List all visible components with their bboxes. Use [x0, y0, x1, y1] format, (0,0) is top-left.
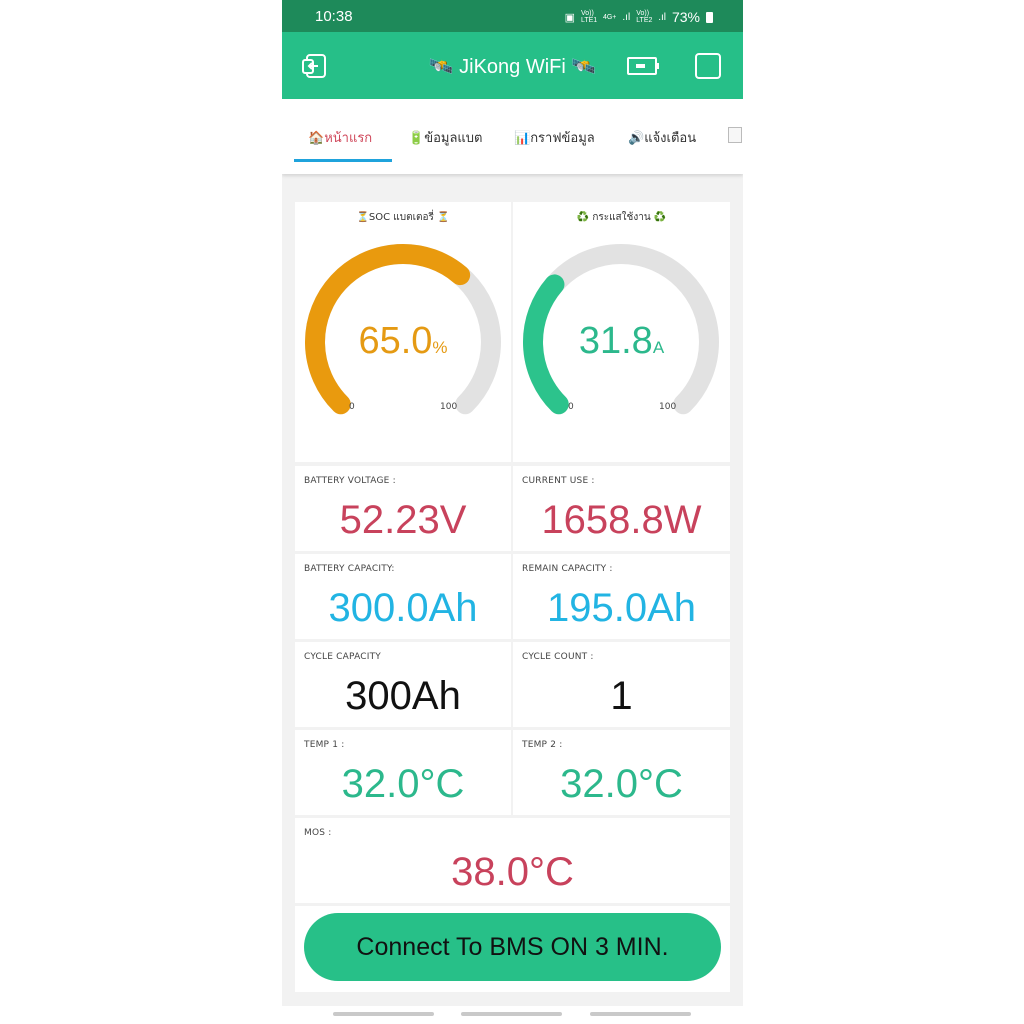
cycle-capacity-card: CYCLE CAPACITY 300Ah [295, 642, 511, 727]
soc-gauge-min: 0 [349, 402, 355, 412]
network-lte1: Vo)) LTE1 [580, 10, 598, 24]
battery-voltage-label: BATTERY VOLTAGE : [304, 476, 396, 486]
app-bar: 🛰️ JiKong WiFi 🛰️ [282, 32, 743, 99]
app-title-text: JiKong WiFi [459, 56, 566, 78]
tab-graph[interactable]: 📊กราฟข้อมูล [514, 127, 595, 148]
sim-icon: ▣ [564, 11, 575, 24]
soc-gauge-card: ⏳SOC แบตเตอรี่ ⏳ 65.0% 0 100 [295, 202, 511, 462]
temp1-label: TEMP 1 : [304, 740, 345, 750]
temp1-value: 32.0°C [341, 762, 465, 806]
current-gauge-min: 0 [568, 402, 574, 412]
mos-temp-value: 38.0°C [451, 850, 574, 894]
status-bar: 10:38 ▣ Vo)) LTE1 4G+ .ıl Vo)) LTE2 .ıl … [282, 0, 743, 32]
battery-icon [706, 11, 713, 23]
remain-capacity-card: REMAIN CAPACITY : 195.0Ah [513, 554, 730, 639]
battery-capacity-card: BATTERY CAPACITY: 300.0Ah [295, 554, 511, 639]
app-title: 🛰️ JiKong WiFi 🛰️ [282, 54, 743, 79]
current-gauge-card: ♻️ กระแสใช้งาน ♻️ 31.8A 0 100 [513, 202, 730, 462]
cycle-capacity-label: CYCLE CAPACITY [304, 652, 382, 662]
battery-capacity-value: 300.0Ah [328, 586, 478, 630]
current-gauge-max: 100 [659, 402, 677, 412]
temp1-card: TEMP 1 : 32.0°C [295, 730, 511, 815]
current-use-value: 1658.8W [541, 498, 702, 542]
current-gauge-title: ♻️ กระแสใช้งาน ♻️ [576, 212, 667, 223]
battery-percent: 73% [671, 9, 700, 25]
temp2-label: TEMP 2 : [522, 740, 563, 750]
battery-capacity-label: BATTERY CAPACITY: [304, 564, 395, 574]
signal-icon-2: .ıl [658, 11, 666, 23]
temp2-value: 32.0°C [560, 762, 683, 806]
mos-temp-label: MOS : [304, 828, 332, 838]
active-tab-indicator [294, 159, 392, 162]
cycle-capacity-value: 300Ah [345, 674, 461, 718]
signal-icon: .ıl [622, 11, 631, 23]
tab-alerts[interactable]: 🔊แจ้งเตือน [628, 127, 696, 148]
status-time: 10:38 [315, 8, 353, 25]
soc-value: 65.0% [358, 320, 448, 362]
fullscreen-icon[interactable] [694, 52, 722, 80]
remain-capacity-label: REMAIN CAPACITY : [522, 564, 613, 574]
soc-gauge-max: 100 [440, 402, 458, 412]
current-use-label: CURRENT USE : [522, 476, 595, 486]
battery-icon: 🔋 [408, 131, 425, 146]
mos-temp-card: MOS : 38.0°C [295, 818, 730, 903]
tab-battery-info[interactable]: 🔋ข้อมูลแบต [408, 127, 483, 148]
home-icon: 🏠 [308, 131, 325, 146]
current-use-card: CURRENT USE : 1658.8W [513, 466, 730, 551]
current-value: 31.8A [578, 320, 665, 362]
battery-display-icon[interactable] [626, 52, 660, 80]
cycle-count-value: 1 [610, 674, 633, 718]
chart-icon: 📊 [514, 131, 531, 146]
nav-recents-handle[interactable] [333, 1012, 434, 1016]
nav-home-handle[interactable] [461, 1012, 562, 1016]
nav-back-handle[interactable] [590, 1012, 691, 1016]
satellite-icon: 🛰️ [571, 56, 597, 78]
tab-more-icon[interactable] [728, 127, 742, 147]
cycle-count-card: CYCLE COUNT : 1 [513, 642, 730, 727]
status-indicators: ▣ Vo)) LTE1 4G+ .ıl Vo)) LTE2 .ıl 73% [565, 9, 713, 25]
battery-voltage-value: 52.23V [339, 498, 467, 542]
network-lte2: Vo)) LTE2 [636, 10, 653, 24]
remain-capacity-value: 195.0Ah [546, 586, 697, 630]
soc-gauge-title: ⏳SOC แบตเตอรี่ ⏳ [356, 212, 450, 223]
connect-bms-button[interactable]: Connect To BMS ON 3 MIN. [304, 913, 721, 981]
app-screen: 10:38 ▣ Vo)) LTE1 4G+ .ıl Vo)) LTE2 .ıl … [282, 0, 743, 1006]
network-4g: 4G+ [602, 13, 617, 21]
battery-voltage-card: BATTERY VOLTAGE : 52.23V [295, 466, 511, 551]
speaker-icon: 🔊 [628, 131, 645, 146]
tab-bar: 🏠หน้าแรก 🔋ข้อมูลแบต 📊กราฟข้อมูล 🔊แจ้งเตื… [282, 99, 743, 174]
cycle-count-label: CYCLE COUNT : [522, 652, 594, 662]
temp2-card: TEMP 2 : 32.0°C [513, 730, 730, 815]
tab-home[interactable]: 🏠หน้าแรก [308, 127, 372, 148]
satellite-icon: 🛰️ [428, 56, 454, 78]
